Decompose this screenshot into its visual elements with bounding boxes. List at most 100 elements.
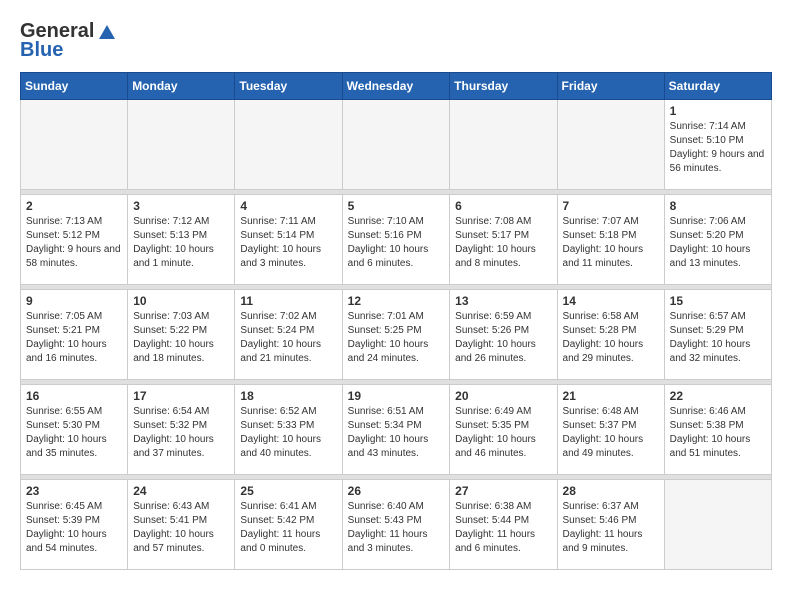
day-info: Sunrise: 6:52 AMSunset: 5:33 PMDaylight:… <box>240 405 336 461</box>
day-info: Sunrise: 6:43 AMSunset: 5:41 PMDaylight:… <box>133 500 229 556</box>
week-row-3: 9 Sunrise: 7:05 AMSunset: 5:21 PMDaylight… <box>21 290 772 380</box>
calendar-cell <box>450 100 557 190</box>
logo-blue: Blue <box>20 39 63 62</box>
day-number: 15 <box>670 294 766 308</box>
day-info: Sunrise: 6:59 AMSunset: 5:26 PMDaylight:… <box>455 310 551 366</box>
day-number: 19 <box>348 389 445 403</box>
day-number: 16 <box>26 389 122 403</box>
day-info: Sunrise: 6:40 AMSunset: 5:43 PMDaylight:… <box>348 500 445 556</box>
calendar-cell: 25 Sunrise: 6:41 AMSunset: 5:42 PMDayligh… <box>235 480 342 570</box>
calendar-cell: 9 Sunrise: 7:05 AMSunset: 5:21 PMDaylight… <box>21 290 128 380</box>
day-info: Sunrise: 7:03 AMSunset: 5:22 PMDaylight:… <box>133 310 229 366</box>
day-number: 11 <box>240 294 336 308</box>
day-info: Sunrise: 6:37 AMSunset: 5:46 PMDaylight:… <box>563 500 659 556</box>
day-info: Sunrise: 7:05 AMSunset: 5:21 PMDaylight:… <box>26 310 122 366</box>
week-row-1: 1 Sunrise: 7:14 AMSunset: 5:10 PMDaylight… <box>21 100 772 190</box>
day-info: Sunrise: 6:41 AMSunset: 5:42 PMDaylight:… <box>240 500 336 556</box>
calendar-cell: 5 Sunrise: 7:10 AMSunset: 5:16 PMDaylight… <box>342 195 450 285</box>
calendar-cell: 11Sunrise: 7:02 AMSunset: 5:24 PMDayligh… <box>235 290 342 380</box>
calendar: SundayMondayTuesdayWednesdayThursdayFrid… <box>20 72 772 570</box>
calendar-cell: 22 Sunrise: 6:46 AMSunset: 5:38 PMDayligh… <box>664 385 771 475</box>
weekday-header-tuesday: Tuesday <box>235 73 342 100</box>
calendar-cell: 13 Sunrise: 6:59 AMSunset: 5:26 PMDayligh… <box>450 290 557 380</box>
calendar-cell: 12Sunrise: 7:01 AMSunset: 5:25 PMDayligh… <box>342 290 450 380</box>
calendar-cell <box>235 100 342 190</box>
calendar-cell: 16 Sunrise: 6:55 AMSunset: 5:30 PMDayligh… <box>21 385 128 475</box>
calendar-cell: 1 Sunrise: 7:14 AMSunset: 5:10 PMDaylight… <box>664 100 771 190</box>
day-number: 12 <box>348 294 445 308</box>
day-number: 7 <box>563 199 659 213</box>
day-number: 10 <box>133 294 229 308</box>
calendar-cell: 28 Sunrise: 6:37 AMSunset: 5:46 PMDayligh… <box>557 480 664 570</box>
weekday-header-thursday: Thursday <box>450 73 557 100</box>
day-number: 4 <box>240 199 336 213</box>
calendar-cell: 21Sunrise: 6:48 AMSunset: 5:37 PMDayligh… <box>557 385 664 475</box>
day-number: 23 <box>26 484 122 498</box>
calendar-cell: 24 Sunrise: 6:43 AMSunset: 5:41 PMDayligh… <box>128 480 235 570</box>
day-info: Sunrise: 6:48 AMSunset: 5:37 PMDaylight:… <box>563 405 659 461</box>
day-info: Sunrise: 7:13 AMSunset: 5:12 PMDaylight:… <box>26 215 122 271</box>
logo-icon <box>99 25 115 39</box>
calendar-cell: 3Sunrise: 7:12 AMSunset: 5:13 PMDaylight… <box>128 195 235 285</box>
day-number: 3 <box>133 199 229 213</box>
calendar-cell: 17Sunrise: 6:54 AMSunset: 5:32 PMDayligh… <box>128 385 235 475</box>
day-number: 28 <box>563 484 659 498</box>
day-info: Sunrise: 7:11 AMSunset: 5:14 PMDaylight:… <box>240 215 336 271</box>
calendar-cell: 4 Sunrise: 7:11 AMSunset: 5:14 PMDaylight… <box>235 195 342 285</box>
day-info: Sunrise: 6:57 AMSunset: 5:29 PMDaylight:… <box>670 310 766 366</box>
weekday-header-row: SundayMondayTuesdayWednesdayThursdayFrid… <box>21 73 772 100</box>
week-row-5: 23 Sunrise: 6:45 AMSunset: 5:39 PMDayligh… <box>21 480 772 570</box>
day-info: Sunrise: 6:58 AMSunset: 5:28 PMDaylight:… <box>563 310 659 366</box>
day-info: Sunrise: 7:10 AMSunset: 5:16 PMDaylight:… <box>348 215 445 271</box>
day-info: Sunrise: 6:49 AMSunset: 5:35 PMDaylight:… <box>455 405 551 461</box>
calendar-cell: 27 Sunrise: 6:38 AMSunset: 5:44 PMDayligh… <box>450 480 557 570</box>
calendar-cell: 8 Sunrise: 7:06 AMSunset: 5:20 PMDaylight… <box>664 195 771 285</box>
day-number: 20 <box>455 389 551 403</box>
day-info: Sunrise: 7:08 AMSunset: 5:17 PMDaylight:… <box>455 215 551 271</box>
day-number: 25 <box>240 484 336 498</box>
weekday-header-saturday: Saturday <box>664 73 771 100</box>
day-number: 5 <box>348 199 445 213</box>
weekday-header-wednesday: Wednesday <box>342 73 450 100</box>
calendar-cell <box>128 100 235 190</box>
day-number: 9 <box>26 294 122 308</box>
day-info: Sunrise: 6:46 AMSunset: 5:38 PMDaylight:… <box>670 405 766 461</box>
week-row-2: 2 Sunrise: 7:13 AMSunset: 5:12 PMDaylight… <box>21 195 772 285</box>
day-info: Sunrise: 7:14 AMSunset: 5:10 PMDaylight:… <box>670 120 766 176</box>
calendar-cell: 10 Sunrise: 7:03 AMSunset: 5:22 PMDayligh… <box>128 290 235 380</box>
calendar-cell <box>21 100 128 190</box>
day-info: Sunrise: 6:51 AMSunset: 5:34 PMDaylight:… <box>348 405 445 461</box>
day-number: 1 <box>670 104 766 118</box>
calendar-cell: 26 Sunrise: 6:40 AMSunset: 5:43 PMDayligh… <box>342 480 450 570</box>
day-number: 13 <box>455 294 551 308</box>
weekday-header-monday: Monday <box>128 73 235 100</box>
day-info: Sunrise: 6:55 AMSunset: 5:30 PMDaylight:… <box>26 405 122 461</box>
day-info: Sunrise: 7:07 AMSunset: 5:18 PMDaylight:… <box>563 215 659 271</box>
logo: General Blue <box>20 20 115 62</box>
calendar-cell: 2 Sunrise: 7:13 AMSunset: 5:12 PMDaylight… <box>21 195 128 285</box>
calendar-cell <box>557 100 664 190</box>
day-info: Sunrise: 6:45 AMSunset: 5:39 PMDaylight:… <box>26 500 122 556</box>
day-info: Sunrise: 6:38 AMSunset: 5:44 PMDaylight:… <box>455 500 551 556</box>
day-number: 22 <box>670 389 766 403</box>
calendar-cell: 18Sunrise: 6:52 AMSunset: 5:33 PMDayligh… <box>235 385 342 475</box>
day-number: 27 <box>455 484 551 498</box>
weekday-header-sunday: Sunday <box>21 73 128 100</box>
calendar-cell: 14Sunrise: 6:58 AMSunset: 5:28 PMDayligh… <box>557 290 664 380</box>
day-number: 17 <box>133 389 229 403</box>
week-row-4: 16 Sunrise: 6:55 AMSunset: 5:30 PMDayligh… <box>21 385 772 475</box>
day-number: 24 <box>133 484 229 498</box>
day-number: 2 <box>26 199 122 213</box>
calendar-cell: 19 Sunrise: 6:51 AMSunset: 5:34 PMDayligh… <box>342 385 450 475</box>
calendar-cell: 7 Sunrise: 7:07 AMSunset: 5:18 PMDaylight… <box>557 195 664 285</box>
day-number: 8 <box>670 199 766 213</box>
calendar-cell: 23 Sunrise: 6:45 AMSunset: 5:39 PMDayligh… <box>21 480 128 570</box>
calendar-cell: 20 Sunrise: 6:49 AMSunset: 5:35 PMDayligh… <box>450 385 557 475</box>
day-number: 6 <box>455 199 551 213</box>
day-number: 26 <box>348 484 445 498</box>
calendar-cell: 15 Sunrise: 6:57 AMSunset: 5:29 PMDayligh… <box>664 290 771 380</box>
page-header: General Blue <box>20 20 772 62</box>
day-info: Sunrise: 7:06 AMSunset: 5:20 PMDaylight:… <box>670 215 766 271</box>
calendar-cell <box>664 480 771 570</box>
calendar-cell: 6 Sunrise: 7:08 AMSunset: 5:17 PMDaylight… <box>450 195 557 285</box>
